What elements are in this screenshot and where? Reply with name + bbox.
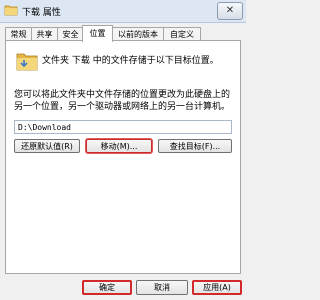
tab-customize[interactable]: 自定义 — [163, 27, 201, 41]
tab-general[interactable]: 常规 — [5, 27, 32, 41]
location-path-field[interactable]: D:\Download — [14, 120, 232, 134]
tab-label: 共享 — [36, 30, 53, 39]
close-icon: ✕ — [225, 5, 235, 16]
tab-label: 自定义 — [170, 30, 194, 39]
apply-button[interactable]: 应用(A) — [192, 280, 242, 295]
location-panel: 文件夹 下载 中的文件存储于以下目标位置。 您可以将此文件夹中文件存储的位置更改… — [5, 40, 241, 274]
cancel-button[interactable]: 取消 — [136, 280, 188, 295]
tab-label: 常规 — [10, 30, 27, 39]
restore-default-button[interactable]: 还原默认值(R) — [14, 139, 80, 153]
tab-label: 位置 — [89, 29, 106, 38]
folder-icon — [4, 4, 18, 16]
tab-sharing[interactable]: 共享 — [31, 27, 58, 41]
tab-strip: 常规 共享 安全 位置 以前的版本 自定义 — [5, 25, 241, 42]
window-title: 下载 属性 — [22, 8, 61, 18]
folder-icon — [15, 50, 39, 72]
tab-label: 以前的版本 — [118, 30, 158, 39]
properties-window: 下载 属性 ✕ 常规 共享 安全 位置 以前的版本 自定义 文件夹 下载 中的文… — [0, 0, 246, 300]
tab-location[interactable]: 位置 — [82, 25, 113, 42]
move-button[interactable]: 移动(M)... — [86, 139, 152, 153]
find-target-button[interactable]: 查找目标(F)... — [158, 139, 232, 153]
ok-button[interactable]: 确定 — [82, 280, 132, 295]
location-description: 您可以将此文件夹中文件存储的位置更改为此硬盘上的另一个位置，另一个驱动器或网络上… — [14, 90, 231, 112]
close-button[interactable]: ✕ — [217, 2, 243, 20]
tab-security[interactable]: 安全 — [57, 27, 84, 41]
tab-previous-versions[interactable]: 以前的版本 — [112, 27, 164, 41]
tab-label: 安全 — [62, 30, 79, 39]
location-heading: 文件夹 下载 中的文件存储于以下目标位置。 — [42, 56, 219, 66]
title-bar[interactable]: 下载 属性 ✕ — [0, 0, 246, 23]
